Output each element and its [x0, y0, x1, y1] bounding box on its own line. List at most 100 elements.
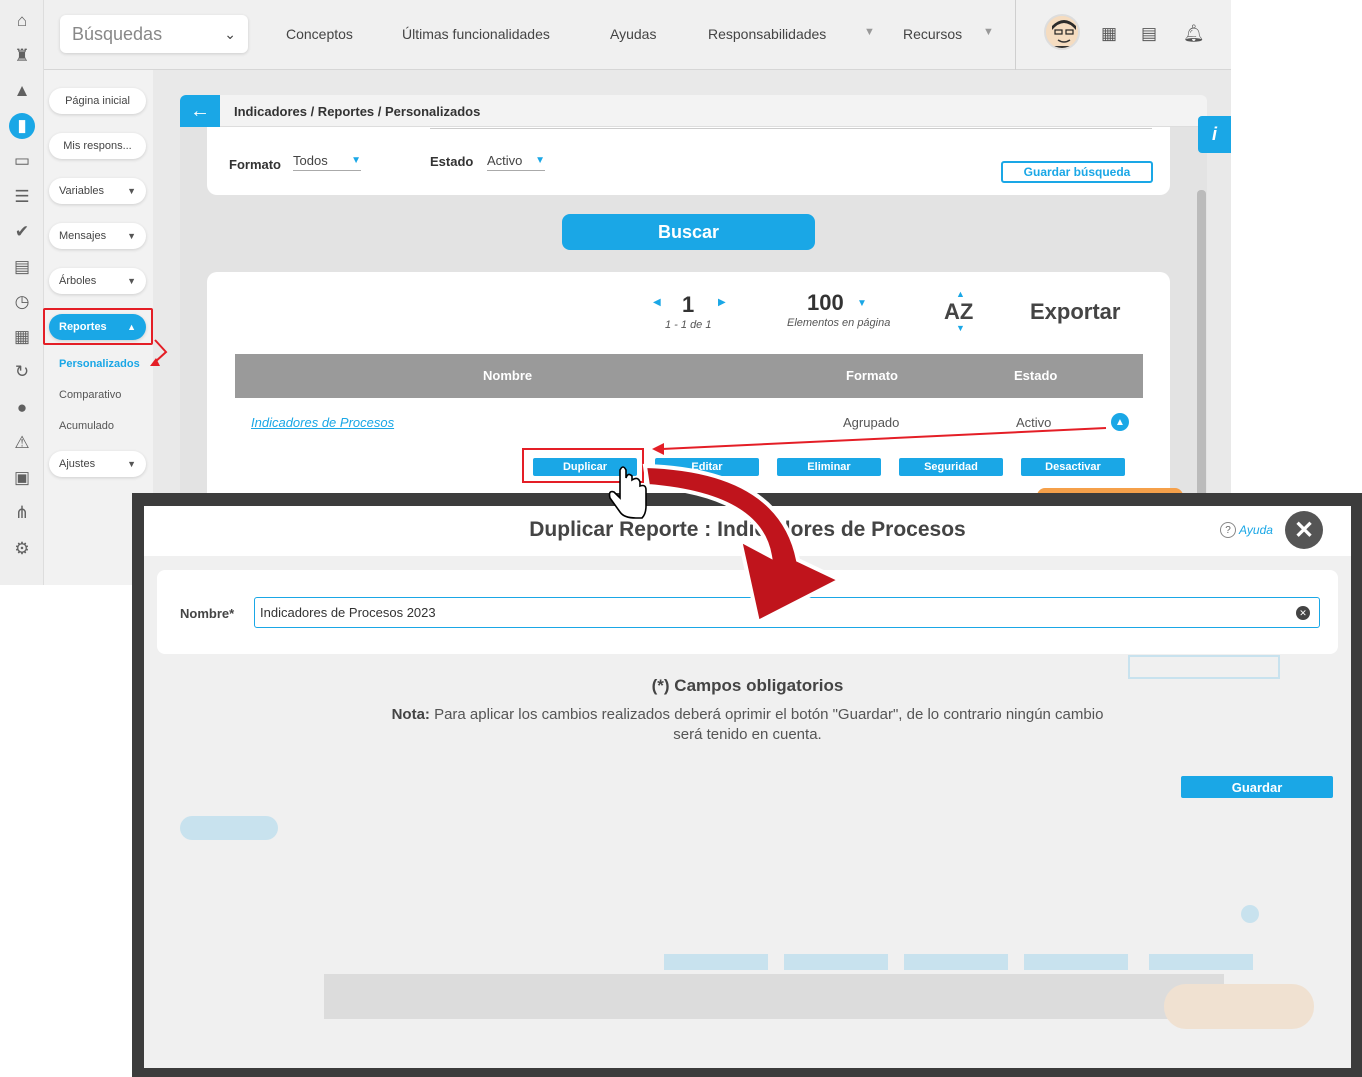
gear-icon[interactable]: ⚙: [9, 536, 35, 562]
left-icon-bar: ⌂ ♜ ▲ ▮ ▭ ☰ ✔ ▤ ◷ ▦ ↻ ● ⚠ ▣ ⋔ ⚙: [0, 0, 44, 585]
report-status: Activo: [1016, 415, 1052, 430]
sidebar-item-label: Ajustes: [59, 458, 96, 470]
close-icon[interactable]: ✕: [1285, 511, 1323, 549]
sidebar-item-home[interactable]: Página inicial: [49, 88, 146, 114]
help-link[interactable]: ? Ayuda: [1220, 522, 1273, 538]
clock-icon[interactable]: ◷: [9, 289, 35, 315]
modal-header: Duplicar Reporte : Indicadores de Proces…: [144, 506, 1351, 556]
info-icon[interactable]: i: [1198, 116, 1231, 153]
sort-button[interactable]: AZ: [944, 299, 973, 325]
export-button[interactable]: Exportar: [1030, 299, 1120, 325]
calendar-icon[interactable]: ▦: [1101, 24, 1117, 44]
format-select-value: Todos: [293, 153, 328, 168]
save-button[interactable]: Guardar: [1181, 776, 1333, 798]
page-range: 1 - 1 de 1: [665, 319, 712, 331]
search-button[interactable]: Buscar: [562, 214, 815, 250]
sort-desc-icon[interactable]: ▼: [956, 323, 965, 333]
table-header: Nombre Formato Estado: [235, 354, 1143, 398]
nav-recursos[interactable]: Recursos: [903, 26, 962, 42]
panel-header: ← Indicadores / Reportes / Personalizado…: [180, 95, 1207, 127]
help-label: Ayuda: [1239, 523, 1273, 537]
nav-responsabilidades[interactable]: Responsabilidades: [708, 26, 826, 42]
caret-down-icon: ▼: [127, 276, 136, 286]
sidebar-subitem-personalizados[interactable]: Personalizados: [59, 358, 140, 370]
sidebar-item-label: Mis respons...: [63, 140, 132, 152]
sidebar-item-label: Árboles: [59, 275, 97, 287]
chart-icon[interactable]: ▮: [9, 113, 35, 139]
refresh-icon[interactable]: ↻: [9, 359, 35, 385]
divider: [430, 124, 1152, 129]
nav-ultimas-funcionalidades[interactable]: Últimas funcionalidades: [402, 26, 550, 42]
bell-icon[interactable]: 🔔︎: [1183, 24, 1205, 44]
required-fields-note: (*) Campos obligatorios: [651, 676, 844, 695]
sidebar-item-responsibilities[interactable]: Mis respons...: [49, 133, 146, 159]
status-select-value: Activo: [487, 153, 523, 168]
triangle-icon[interactable]: ▲: [9, 78, 35, 104]
home-icon[interactable]: ⌂: [9, 8, 35, 34]
items-per-page-select[interactable]: 100: [807, 290, 844, 316]
search-select[interactable]: Búsquedas ⌄: [60, 15, 248, 53]
sidebar-item-ajustes[interactable]: Ajustes ▼: [49, 451, 146, 477]
breadcrumb: Indicadores / Reportes / Personalizados: [234, 104, 481, 119]
deactivate-button[interactable]: Desactivar: [1021, 458, 1125, 476]
chess-icon[interactable]: ♜: [9, 43, 35, 69]
network-icon[interactable]: ⋔: [9, 500, 35, 526]
status-select[interactable]: Activo ▼: [487, 153, 545, 171]
caret-down-icon: ▼: [351, 155, 361, 166]
prev-page-icon[interactable]: ◀: [653, 297, 661, 308]
top-bar: Búsquedas ⌄ Conceptos Últimas funcionali…: [44, 0, 1231, 70]
report-name-link[interactable]: Indicadores de Procesos: [251, 415, 394, 430]
document-icon[interactable]: ▦: [9, 324, 35, 350]
security-button[interactable]: Seguridad: [899, 458, 1003, 476]
caret-down-icon: ▼: [535, 155, 545, 166]
monitor-icon[interactable]: ▭: [9, 148, 35, 174]
column-header-format[interactable]: Formato: [846, 368, 898, 383]
sidebar-subitem-comparativo[interactable]: Comparativo: [59, 389, 121, 401]
name-input[interactable]: [254, 597, 1320, 628]
highlight-box: [43, 308, 153, 345]
sort-asc-icon[interactable]: ▲: [956, 289, 965, 299]
book-icon[interactable]: ▤: [9, 254, 35, 280]
caret-down-icon[interactable]: ▼: [983, 26, 994, 38]
items-per-page-label: Elementos en página: [787, 317, 891, 329]
column-header-name[interactable]: Nombre: [483, 368, 532, 383]
sidebar-item-variables[interactable]: Variables ▼: [49, 178, 146, 204]
sidebar-item-label: Variables: [59, 185, 105, 197]
highlight-box: [522, 448, 644, 483]
caret-down-icon[interactable]: ▼: [857, 298, 867, 309]
caret-down-icon: ▼: [127, 186, 136, 196]
format-label: Formato: [229, 157, 281, 172]
save-search-button[interactable]: Guardar búsqueda: [1001, 161, 1153, 183]
check-circle-icon[interactable]: ✔: [9, 219, 35, 245]
divider: [1015, 0, 1016, 70]
clear-icon[interactable]: ✕: [1296, 606, 1310, 620]
note-text: Para aplicar los cambios realizados debe…: [434, 706, 1104, 743]
nav-ayudas[interactable]: Ayudas: [610, 26, 656, 42]
sidebar-item-arboles[interactable]: Árboles ▼: [49, 268, 146, 294]
calendar-icon[interactable]: ▣: [9, 465, 35, 491]
format-select[interactable]: Todos ▼: [293, 153, 361, 171]
report-format: Agrupado: [843, 415, 900, 430]
circle-icon[interactable]: ●: [9, 395, 35, 421]
delete-button[interactable]: Eliminar: [777, 458, 881, 476]
modal-title: Duplicar Reporte : Indicadores de Proces…: [529, 518, 966, 541]
back-arrow-icon[interactable]: ←: [180, 95, 220, 127]
column-header-status[interactable]: Estado: [1014, 368, 1057, 383]
alert-icon[interactable]: ⚠: [9, 430, 35, 456]
book-icon[interactable]: ▤: [1141, 24, 1157, 44]
sidebar-item-mensajes[interactable]: Mensajes ▼: [49, 223, 146, 249]
form-card: Nombre* ✕: [157, 570, 1338, 654]
status-label: Estado: [430, 154, 474, 169]
edit-button[interactable]: Editar: [655, 458, 759, 476]
sidebar-subitem-acumulado[interactable]: Acumulado: [59, 420, 114, 432]
next-page-icon[interactable]: ▶: [718, 297, 726, 308]
collapse-icon[interactable]: ▲: [1111, 413, 1129, 431]
chevron-down-icon: ⌄: [224, 25, 236, 42]
avatar[interactable]: [1044, 14, 1080, 50]
filter-card: Formato Todos ▼ Estado Activo ▼ Guardar bú…: [207, 127, 1170, 195]
caret-down-icon[interactable]: ▼: [864, 26, 875, 38]
caret-down-icon: ▼: [127, 459, 136, 469]
duplicate-report-modal: Duplicar Reporte : Indicadores de Proces…: [144, 506, 1351, 1068]
nav-conceptos[interactable]: Conceptos: [286, 26, 353, 42]
list-icon[interactable]: ☰: [9, 184, 35, 210]
